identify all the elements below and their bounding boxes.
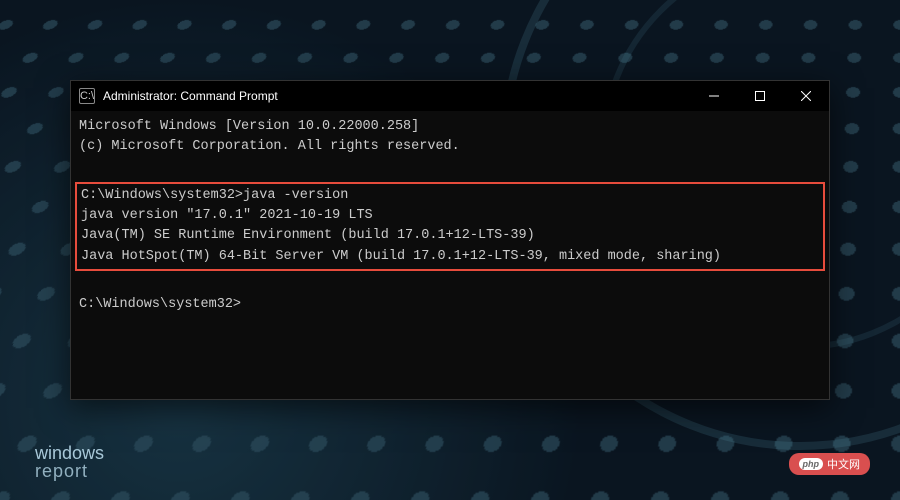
terminal-line: Microsoft Windows [Version 10.0.22000.25… <box>79 119 419 134</box>
watermark-windowsreport: windows report <box>35 444 104 480</box>
window-title: Administrator: Command Prompt <box>103 89 278 103</box>
terminal-content[interactable]: Microsoft Windows [Version 10.0.22000.25… <box>71 111 829 321</box>
terminal-line: java version "17.0.1" 2021-10-19 LTS <box>81 208 373 223</box>
close-button[interactable] <box>783 81 829 111</box>
watermark-php: php 中文网 <box>789 453 871 475</box>
terminal-line: Java(TM) SE Runtime Environment (build 1… <box>81 228 535 243</box>
maximize-icon <box>755 91 765 101</box>
terminal-line: Java HotSpot(TM) 64-Bit Server VM (build… <box>81 249 721 264</box>
watermark-right-text: 中文网 <box>827 456 860 472</box>
highlighted-output: C:\Windows\system32>java -version java v… <box>75 182 825 271</box>
watermark-text-bottom: report <box>35 462 104 480</box>
cmd-icon: C:\ <box>79 88 95 104</box>
window-controls <box>691 81 829 111</box>
minimize-button[interactable] <box>691 81 737 111</box>
close-icon <box>801 91 811 101</box>
minimize-icon <box>709 91 719 101</box>
titlebar-left: C:\ Administrator: Command Prompt <box>79 88 278 104</box>
maximize-button[interactable] <box>737 81 783 111</box>
terminal-line: C:\Windows\system32>java -version <box>81 188 348 203</box>
titlebar[interactable]: C:\ Administrator: Command Prompt <box>71 81 829 111</box>
command-prompt-window: C:\ Administrator: Command Prompt Micros… <box>70 80 830 400</box>
php-badge: php <box>799 458 824 470</box>
terminal-prompt: C:\Windows\system32> <box>79 297 241 312</box>
terminal-line: (c) Microsoft Corporation. All rights re… <box>79 139 460 154</box>
watermark-text-top: windows <box>35 444 104 462</box>
